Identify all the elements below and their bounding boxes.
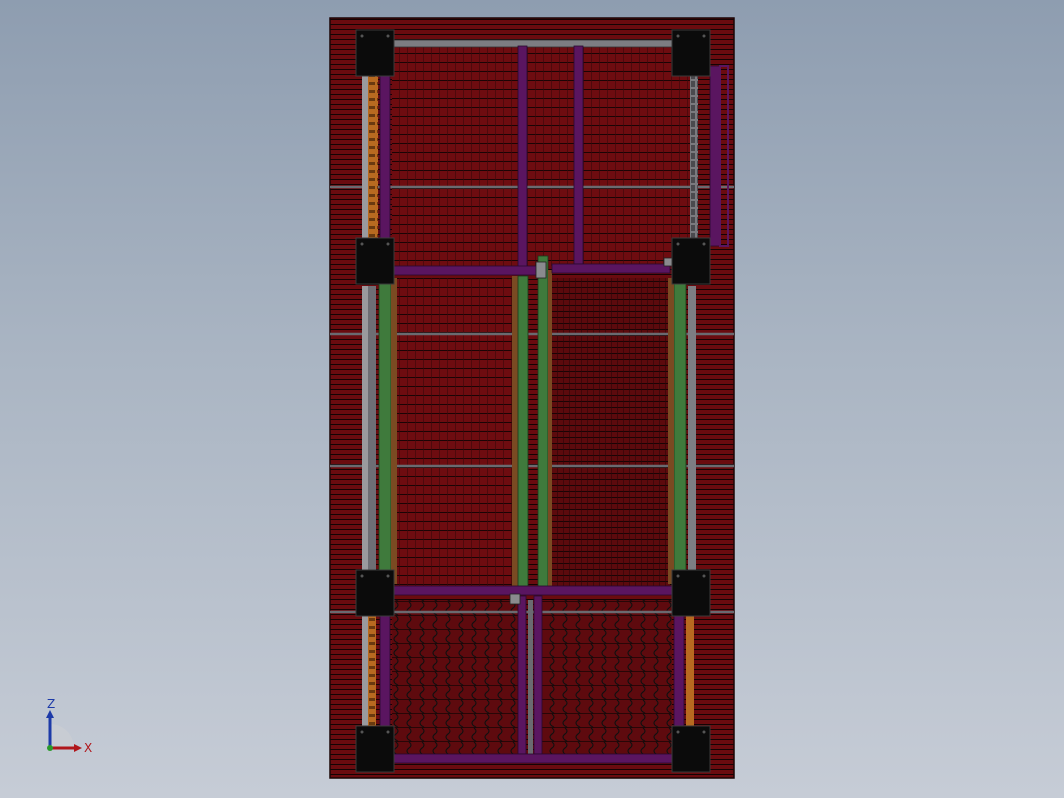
triad-xz-plane-icon xyxy=(50,724,74,748)
orientation-triad: Z X xyxy=(46,697,92,755)
top-steel-rail xyxy=(391,39,679,48)
z-axis-label: Z xyxy=(47,697,55,711)
frame-assembly-model[interactable] xyxy=(0,0,1064,798)
x-axis-arrow-icon xyxy=(74,744,82,752)
z-axis-arrow-icon xyxy=(46,710,54,718)
y-axis-icon xyxy=(47,745,53,751)
x-axis-label: X xyxy=(84,741,92,755)
cad-viewport[interactable]: Z X xyxy=(0,0,1064,798)
